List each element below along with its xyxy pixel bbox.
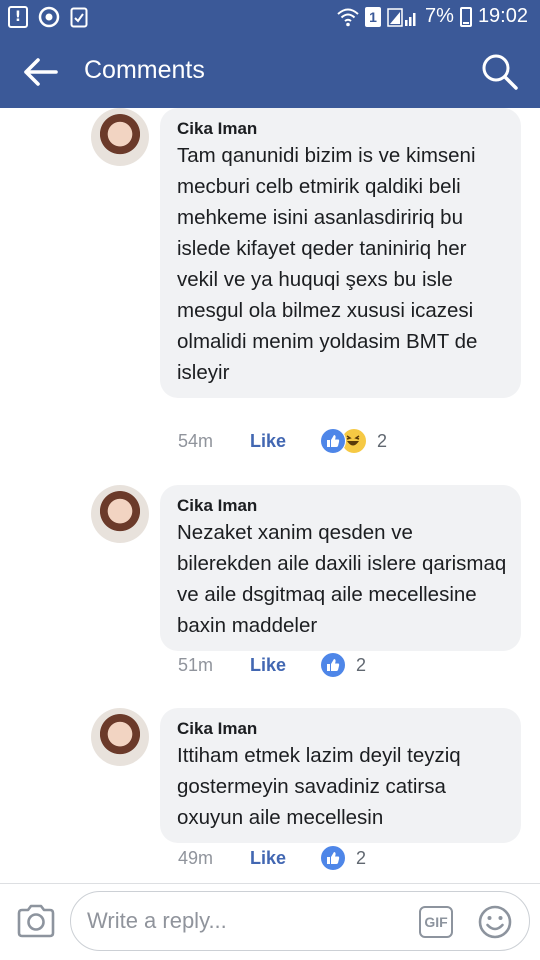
comment-author[interactable]: Cika Iman [177,118,507,140]
avatar[interactable] [91,485,149,543]
avatar[interactable] [91,108,149,166]
notification-icons: ! [8,6,88,28]
arrow-left-icon[interactable] [22,54,62,90]
clock: 19:02 [477,5,528,27]
sim-indicator: 1 [365,6,382,27]
like-reaction-icon [320,428,346,454]
clipboard-check-icon [70,7,88,28]
comment-text: Ittiham etmek lazim deyil teyziq gosterm… [177,744,461,829]
comment-time: 49m [178,847,214,868]
comment-author[interactable]: Cika Iman [177,718,507,740]
comment-bubble[interactable]: Cika Iman Ittiham etmek lazim deyil teyz… [160,708,521,843]
like-reaction-icon [320,845,346,871]
like-button[interactable]: Like [250,848,322,869]
smiley-icon[interactable] [477,904,513,940]
reaction-count: 2 [356,847,367,868]
comment-time: 51m [178,654,214,675]
like-reaction-icon [320,652,346,678]
status-bar: ! 1 7% 19:02 [0,0,540,36]
alert-icon: ! [8,6,28,28]
like-button[interactable]: Like [250,431,322,452]
comment-meta: 51m Like 2 [178,652,366,678]
comment-time: 54m [178,430,214,451]
reply-box: GIF [70,891,530,951]
status-right: 1 7% 19:02 [337,5,528,28]
reaction-summary[interactable]: 2 [320,652,366,678]
comment-text: Tam qanunidi bizim is ve kimseni mecburi… [177,144,478,384]
reaction-count: 2 [377,430,388,451]
comment-meta: 49m Like 2 [178,845,366,871]
comment-bubble[interactable]: Cika Iman Tam qanunidi bizim is ve kimse… [160,108,521,398]
comment-meta: 54m Like 2 [178,428,387,454]
search-icon[interactable] [480,52,520,92]
battery-percent: 7% [425,5,454,27]
wifi-icon [337,8,359,26]
page-title: Comments [84,56,205,84]
reaction-summary[interactable]: 2 [320,845,366,871]
sync-icon [38,6,60,28]
reply-input[interactable] [87,904,387,938]
comment-bubble[interactable]: Cika Iman Nezaket xanim qesden ve bilere… [160,485,521,651]
app-bar: Comments [0,36,540,108]
battery-icon [459,6,472,27]
comment-text: Nezaket xanim qesden ve bilerekden aile … [177,521,507,637]
reaction-count: 2 [356,654,367,675]
comment-author[interactable]: Cika Iman [177,495,507,517]
camera-icon[interactable] [16,903,56,939]
like-button[interactable]: Like [250,655,322,676]
avatar[interactable] [91,708,149,766]
gif-button[interactable]: GIF [419,906,453,938]
reaction-summary[interactable]: 2 [320,428,387,454]
signal-icon [387,7,416,27]
divider [0,883,540,884]
